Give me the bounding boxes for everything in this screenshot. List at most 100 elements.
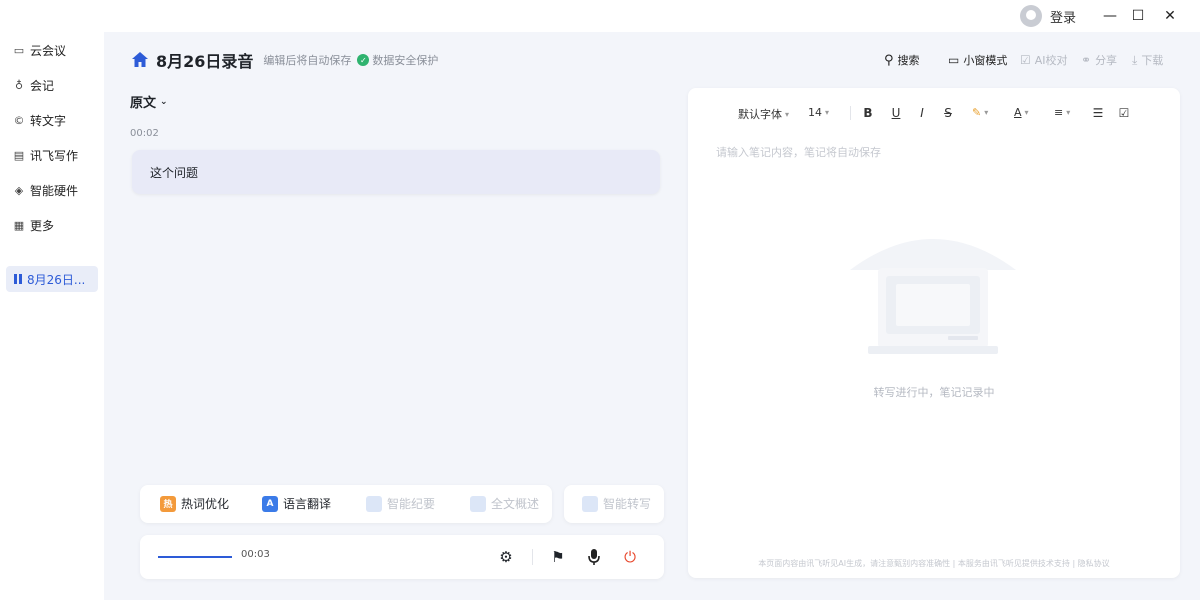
original-label: 原文 <box>130 96 157 111</box>
share-icon: ⚭ <box>1081 53 1092 67</box>
function-bar: 热 热词优化 A 语言翻译 智能纪要 全文概述 <box>140 485 552 523</box>
sidebar-session-item[interactable]: 8月26日... <box>6 266 98 292</box>
chevron-down-icon: ⌄ <box>160 96 168 107</box>
overview-icon <box>470 495 486 512</box>
settings-icon[interactable]: ⚙ <box>496 547 516 567</box>
mini-mode-label: 小窗模式 <box>963 54 1008 67</box>
check-icon: ☑ <box>1020 53 1031 67</box>
search-label: 搜索 <box>897 54 920 67</box>
download-button[interactable]: ⤓ 下载 <box>1132 52 1163 68</box>
hotword-label: 热词优化 <box>181 497 230 511</box>
pause-icon <box>14 274 22 284</box>
document-icon: ▤ <box>13 148 25 162</box>
proofread-label: AI校对 <box>1034 54 1068 67</box>
smart-transcribe-icon <box>582 495 598 512</box>
highlight-icon[interactable]: ✎ ▾ <box>972 106 988 119</box>
summary-button[interactable]: 智能纪要 <box>366 495 435 512</box>
footer-note: 本页面内容由讯飞听见AI生成，请注意甄别内容准确性 | 本服务由讯飞听见提供技术… <box>758 559 1110 568</box>
title-bar: 登录 — ☐ ✕ <box>0 0 1200 32</box>
editor-placeholder[interactable]: 请输入笔记内容，笔记将自动保存 <box>716 144 881 160</box>
progress-track[interactable] <box>158 556 232 558</box>
sidebar-item-cloud-meeting[interactable]: ▭ 云会议 <box>12 40 66 60</box>
login-button[interactable]: 登录 <box>1020 5 1076 27</box>
close-icon[interactable]: ✕ <box>1160 6 1180 26</box>
underline-icon[interactable]: U <box>888 106 904 120</box>
sidebar-item-hardware[interactable]: ◈ 智能硬件 <box>12 180 78 200</box>
smart-transcribe-label: 智能转写 <box>603 497 652 511</box>
font-size-label: 14 <box>808 106 822 119</box>
divider <box>532 549 533 565</box>
bold-icon[interactable]: B <box>860 106 876 120</box>
transcript-paragraph[interactable]: 这个问题 <box>132 150 660 194</box>
mini-mode-button[interactable]: ▭ 小窗模式 <box>948 52 1007 68</box>
login-label: 登录 <box>1050 10 1077 26</box>
stop-icon[interactable]: ⏻ <box>620 547 640 567</box>
italic-icon[interactable]: I <box>914 106 930 120</box>
window-icon: ▭ <box>948 53 960 67</box>
sidebar-item-label: 会记 <box>30 78 55 93</box>
strikethrough-icon[interactable]: S <box>940 106 956 120</box>
overview-button[interactable]: 全文概述 <box>470 495 539 512</box>
sidebar: ▭ 云会议 ♁ 会记 © 转文字 ▤ 讯飞写作 ◈ 智能硬件 ▦ 更多 8月26… <box>0 32 104 600</box>
maximize-icon[interactable]: ☐ <box>1128 6 1148 26</box>
transcript-text: 这个问题 <box>150 166 199 180</box>
font-select[interactable]: 默认字体 ▾ <box>738 106 789 122</box>
proofread-button[interactable]: ☑ AI校对 <box>1020 52 1068 68</box>
video-icon: ▭ <box>13 43 25 57</box>
sidebar-item-label: 转文字 <box>30 113 67 128</box>
translate-label: 语言翻译 <box>283 497 332 511</box>
font-label: 默认字体 <box>738 108 782 121</box>
safe-label: 数据安全保护 <box>372 54 439 67</box>
sidebar-item-writing[interactable]: ▤ 讯飞写作 <box>12 145 78 165</box>
font-size-select[interactable]: 14 ▾ <box>808 106 829 119</box>
hardware-icon: ◈ <box>14 183 24 197</box>
sidebar-item-more[interactable]: ▦ 更多 <box>12 215 54 235</box>
smart-transcribe-button[interactable]: 智能转写 <box>582 495 651 512</box>
search-icon: ⚲ <box>884 52 894 68</box>
sidebar-item-notes[interactable]: ♁ 会记 <box>12 75 54 95</box>
download-label: 下载 <box>1141 54 1164 67</box>
paragraph-timestamp: 00:02 <box>130 128 159 139</box>
list-icon[interactable]: ☰ <box>1090 106 1106 120</box>
page-title[interactable]: 8月26日录音 <box>156 48 253 72</box>
flag-icon[interactable]: ⚑ <box>548 547 568 567</box>
divider <box>850 106 851 120</box>
translate-button[interactable]: A 语言翻译 <box>262 495 331 512</box>
summary-icon <box>366 495 382 512</box>
empty-state-text: 转写进行中，笔记记录中 <box>873 386 995 399</box>
sidebar-item-transcribe[interactable]: © 转文字 <box>12 110 67 130</box>
hotword-button[interactable]: 热 热词优化 <box>160 495 229 512</box>
function-bar-extra: 智能转写 <box>564 485 664 523</box>
chevron-down-icon: ▾ <box>785 109 790 119</box>
page-header: 8月26日录音 编辑后将自动保存 ✓ 数据安全保护 <box>130 48 438 72</box>
sidebar-item-label: 讯飞写作 <box>30 148 79 163</box>
font-color-icon[interactable]: A ▾ <box>1014 106 1029 119</box>
hotword-icon: 热 <box>160 495 176 512</box>
share-label: 分享 <box>1095 54 1118 67</box>
safe-badge[interactable]: ✓ 数据安全保护 <box>357 52 438 68</box>
microphone-icon: ♁ <box>14 78 24 92</box>
grid-icon: ▦ <box>13 218 25 232</box>
empty-illustration <box>850 239 1016 354</box>
minimize-icon[interactable]: — <box>1100 6 1120 26</box>
sidebar-item-label: 更多 <box>30 218 55 233</box>
recording-controls: 00:03 ⚙ ⚑ ⏻ <box>140 535 664 579</box>
sidebar-item-label: 智能硬件 <box>30 183 79 198</box>
translate-icon: A <box>262 495 278 512</box>
summary-label: 智能纪要 <box>387 497 436 511</box>
original-dropdown[interactable]: 原文 ⌄ <box>130 92 168 111</box>
notes-editor: 默认字体 ▾ 14 ▾ B U I S ✎ ▾ A ▾ ≡ ▾ ☰ ☑ 请输入笔记内容… <box>688 88 1180 578</box>
microphone-icon[interactable] <box>584 547 604 567</box>
align-icon[interactable]: ≡ ▾ <box>1054 106 1070 119</box>
autosave-note: 编辑后将自动保存 <box>263 54 352 67</box>
chevron-down-icon: ▾ <box>825 108 830 117</box>
sidebar-item-label: 云会议 <box>30 43 67 58</box>
transcribe-icon: © <box>13 113 25 127</box>
home-icon[interactable] <box>130 50 150 70</box>
checklist-icon[interactable]: ☑ <box>1116 106 1132 120</box>
session-label: 8月26日... <box>27 272 86 287</box>
overview-label: 全文概述 <box>491 497 540 511</box>
avatar <box>1020 5 1042 27</box>
share-button[interactable]: ⚭ 分享 <box>1081 52 1117 68</box>
search-button[interactable]: ⚲ 搜索 <box>884 52 920 68</box>
